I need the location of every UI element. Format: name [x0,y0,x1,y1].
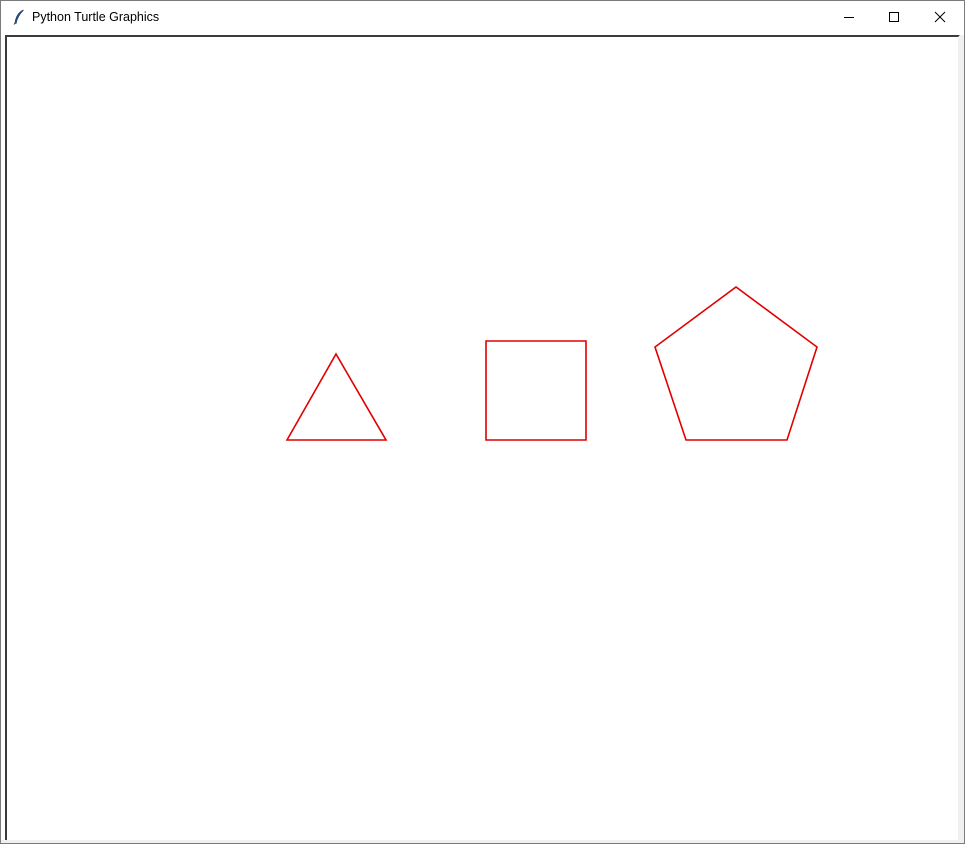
minimize-icon [844,17,854,18]
pentagon-shape [654,286,818,441]
close-icon [934,11,946,23]
maximize-icon [889,12,899,22]
canvas-frame [5,35,960,842]
window-right-border [960,35,964,843]
turtle-window: Python Turtle Graphics [0,0,965,844]
window-title: Python Turtle Graphics [32,10,160,24]
close-button[interactable] [917,1,963,33]
square-shape [485,340,587,441]
triangle-shape [285,352,388,441]
window-bottom-border [1,840,964,843]
turtle-canvas[interactable] [7,37,958,840]
feather-icon [13,9,24,25]
minimize-button[interactable] [826,1,872,33]
maximize-button[interactable] [871,1,917,33]
title-bar[interactable]: Python Turtle Graphics [1,1,964,33]
